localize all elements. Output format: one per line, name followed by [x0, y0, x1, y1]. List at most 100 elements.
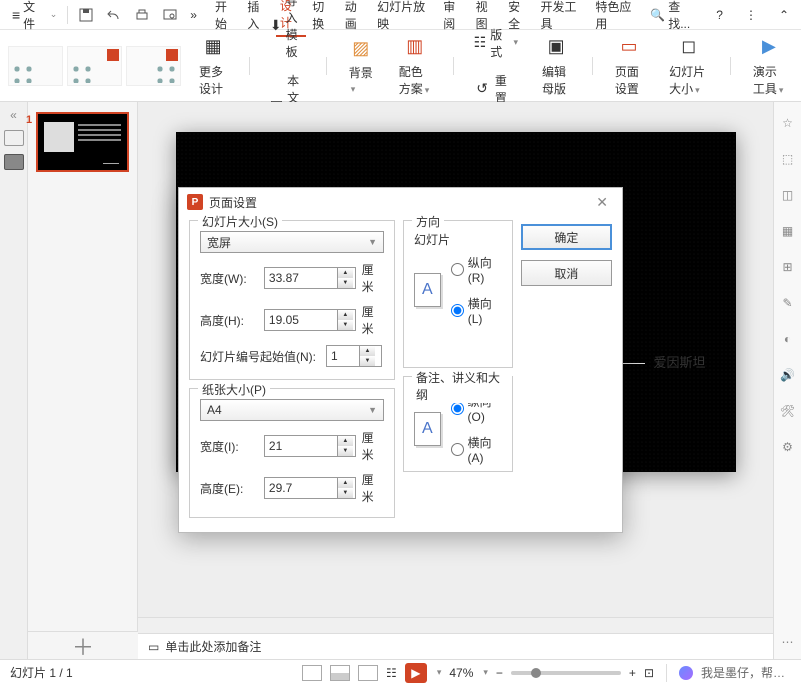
- sidebar-voice-icon[interactable]: 🔊: [779, 366, 797, 384]
- add-slide-button[interactable]: ＋: [28, 631, 138, 659]
- sidebar-object-icon[interactable]: ⬚: [779, 150, 797, 168]
- tab-animation[interactable]: 动画: [341, 0, 371, 36]
- start-num-input[interactable]: [327, 349, 359, 363]
- start-num-up[interactable]: ▲: [360, 346, 375, 356]
- width-spinner[interactable]: ▲▼: [264, 267, 356, 289]
- height-input[interactable]: [265, 313, 337, 327]
- sidebar-favorite-icon[interactable]: ☆: [779, 114, 797, 132]
- save-icon[interactable]: [72, 5, 100, 25]
- edit-master-button[interactable]: ▣编辑母版: [534, 33, 578, 99]
- zoom-out-button[interactable]: −: [496, 666, 503, 680]
- dialog-close-button[interactable]: ✕: [590, 192, 614, 213]
- more-icon[interactable]: ⋮: [739, 6, 763, 24]
- template-gallery[interactable]: [8, 46, 181, 86]
- zoom-value[interactable]: 47%: [449, 666, 473, 680]
- sidebar-animation-icon[interactable]: ◐: [779, 330, 797, 348]
- tab-start[interactable]: 开始: [211, 0, 241, 36]
- thumbnail-pane-tab[interactable]: [4, 154, 24, 170]
- layout-icon: ☷: [473, 34, 486, 52]
- sidebar-design-icon[interactable]: ◫: [779, 186, 797, 204]
- search-icon: 🔍: [650, 8, 665, 22]
- start-num-down[interactable]: ▼: [360, 356, 375, 366]
- view-notes-button[interactable]: ☷: [386, 666, 397, 680]
- tab-transition[interactable]: 切换: [308, 0, 338, 36]
- height-up[interactable]: ▲: [338, 310, 353, 320]
- tab-slideshow[interactable]: 幻灯片放映: [373, 0, 437, 36]
- pwidth-input[interactable]: [265, 439, 337, 453]
- orientation-slides-fieldset: 方向 幻灯片 A 纵向(R) 横向(L): [403, 220, 513, 368]
- height-spinner[interactable]: ▲▼: [264, 309, 356, 331]
- pwidth-spinner[interactable]: ▲▼: [264, 435, 356, 457]
- notes-pane[interactable]: ▭ 单击此处添加备注: [138, 633, 773, 659]
- dialog-titlebar[interactable]: P 页面设置 ✕: [179, 188, 622, 216]
- more-designs-button[interactable]: ▦更多设计: [191, 33, 235, 99]
- landscape-l-radio[interactable]: 横向(L): [451, 295, 502, 326]
- pheight-up[interactable]: ▲: [338, 478, 353, 488]
- collapse-ribbon-icon[interactable]: ⌃: [773, 6, 795, 24]
- width-label: 宽度(W):: [200, 270, 258, 287]
- tab-special[interactable]: 特色应用: [591, 0, 644, 36]
- pwidth-up[interactable]: ▲: [338, 436, 353, 446]
- dialog-title: 页面设置: [209, 194, 257, 211]
- status-bar: 幻灯片 1 / 1 ☷ ▶▾ 47%▾ − + ⊡ 我是墨仔，帮你排版...: [0, 659, 801, 685]
- pwidth-down[interactable]: ▼: [338, 446, 353, 456]
- sidebar-tools-icon[interactable]: 🛠: [779, 402, 797, 420]
- width-up[interactable]: ▲: [338, 268, 353, 278]
- width-input[interactable]: [265, 271, 337, 285]
- sidebar-settings-icon[interactable]: ⚙: [779, 438, 797, 456]
- template-thumb[interactable]: [126, 46, 181, 86]
- menu-button[interactable]: ≡文件⌄: [6, 0, 63, 34]
- view-normal-button[interactable]: [302, 665, 322, 681]
- assistant-text[interactable]: 我是墨仔，帮你排版...: [701, 664, 791, 681]
- background-button[interactable]: ▨背景▾: [341, 34, 381, 97]
- pane-expand-icon[interactable]: «: [10, 108, 17, 122]
- sidebar-template-icon[interactable]: ▦: [779, 222, 797, 240]
- undo-icon[interactable]: [100, 5, 128, 25]
- height-down[interactable]: ▼: [338, 320, 353, 330]
- slide-thumbnail[interactable]: 1: [36, 112, 129, 172]
- template-thumb[interactable]: [8, 46, 63, 86]
- preview-icon[interactable]: [156, 5, 184, 25]
- pheight-input[interactable]: [265, 481, 337, 495]
- cancel-button[interactable]: 取消: [521, 260, 612, 286]
- outline-pane-tab[interactable]: [4, 130, 24, 146]
- assistant-avatar[interactable]: [679, 666, 693, 680]
- pheight-spinner[interactable]: ▲▼: [264, 477, 356, 499]
- view-reading-button[interactable]: [358, 665, 378, 681]
- start-num-spinner[interactable]: ▲▼: [326, 345, 382, 367]
- width-down[interactable]: ▼: [338, 278, 353, 288]
- layout-button[interactable]: ☷版式▾: [467, 22, 524, 64]
- sidebar-material-icon[interactable]: ⊞: [779, 258, 797, 276]
- present-tools-button[interactable]: ▶演示工具▾: [745, 33, 793, 99]
- app-logo-icon: P: [187, 194, 203, 210]
- height-label: 高度(H):: [200, 312, 258, 329]
- color-scheme-button[interactable]: ▥配色方案▾: [391, 33, 439, 99]
- tab-review[interactable]: 审阅: [439, 0, 469, 36]
- overflow-icon[interactable]: »: [184, 6, 203, 24]
- play-button[interactable]: ▶: [405, 663, 427, 683]
- slide-size-combo[interactable]: 宽屏▼: [200, 231, 384, 253]
- pheight-down[interactable]: ▼: [338, 488, 353, 498]
- portrait-r-radio[interactable]: 纵向(R): [451, 254, 502, 285]
- zoom-in-button[interactable]: +: [629, 666, 636, 680]
- notes-placeholder: 单击此处添加备注: [165, 638, 261, 655]
- horizontal-scrollbar[interactable]: [138, 617, 773, 633]
- ok-button[interactable]: 确定: [521, 224, 612, 250]
- search-button[interactable]: 🔍查找...: [644, 0, 700, 34]
- sidebar-more-icon[interactable]: ⋯: [779, 633, 797, 651]
- palette-icon: ▥: [403, 35, 427, 59]
- help-icon[interactable]: ?: [710, 6, 729, 24]
- tab-devtools[interactable]: 开发工具: [537, 0, 590, 36]
- slide-size-button[interactable]: ◻幻灯片大小▾: [661, 33, 716, 99]
- paper-size-combo[interactable]: A4▼: [200, 399, 384, 421]
- print-icon[interactable]: [128, 5, 156, 25]
- landscape-a-radio[interactable]: 横向(A): [451, 434, 502, 465]
- template-thumb[interactable]: [67, 46, 122, 86]
- view-sorter-button[interactable]: [330, 665, 350, 681]
- sidebar-edit-icon[interactable]: ✎: [779, 294, 797, 312]
- import-template-button[interactable]: ⬇导入模板: [264, 0, 312, 64]
- zoom-slider[interactable]: [511, 671, 621, 675]
- page-setup-button[interactable]: ▭页面设置: [607, 33, 651, 99]
- fit-button[interactable]: ⊡: [644, 666, 654, 680]
- unit-label: 厘米: [362, 471, 384, 505]
